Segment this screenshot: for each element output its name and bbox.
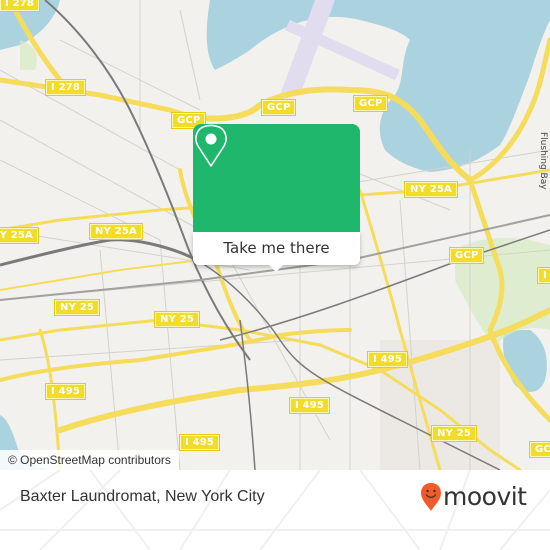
moovit-pin-icon — [421, 483, 441, 511]
highway-shield-i495: I 495 — [178, 434, 221, 451]
destination-popup[interactable]: Take me there — [193, 124, 360, 272]
highway-shield-ny25: NY 25 — [53, 299, 101, 316]
highway-shield-gcp: GCP — [448, 247, 485, 264]
footer-bar: Baxter Laundromat, New York City moovit — [0, 470, 550, 550]
brand-name: moovit — [443, 482, 527, 511]
take-me-there-button[interactable]: Take me there — [193, 232, 360, 265]
highway-shield-ny25: NY 25 — [430, 425, 478, 442]
road-name-label: Flushing Bay — [538, 132, 548, 190]
popup-header — [193, 124, 360, 232]
popup-tail — [268, 264, 284, 272]
map-attribution[interactable]: © OpenStreetMap contributors — [0, 450, 179, 470]
map-view[interactable]: I 278 I 278 GCP GCP GCP GCP GCP NY 25A N… — [0, 0, 550, 470]
highway-shield-i495: I 495 — [536, 267, 550, 284]
highway-shield-ny25a: NY 25A — [404, 181, 458, 198]
highway-shield-gcp: GCP — [260, 99, 297, 116]
highway-shield-gcp: GCP — [528, 441, 550, 458]
highway-shield-i278: I 278 — [44, 79, 87, 96]
highway-shield-ny25a: NY 25A — [89, 223, 143, 240]
place-name: Baxter Laundromat, New York City — [20, 488, 265, 505]
highway-shield-i495: I 495 — [288, 397, 331, 414]
highway-shield-gcp: GCP — [352, 95, 389, 112]
highway-shield-i495: I 495 — [366, 351, 409, 368]
highway-shield-ny25: NY 25 — [153, 311, 201, 328]
water-lake — [503, 330, 547, 392]
highway-shield-i278: I 278 — [0, 0, 41, 12]
highway-shield-ny25a: NY 25A — [0, 227, 39, 244]
map-pin-icon — [195, 124, 227, 167]
highway-shield-i495: I 495 — [44, 383, 87, 400]
